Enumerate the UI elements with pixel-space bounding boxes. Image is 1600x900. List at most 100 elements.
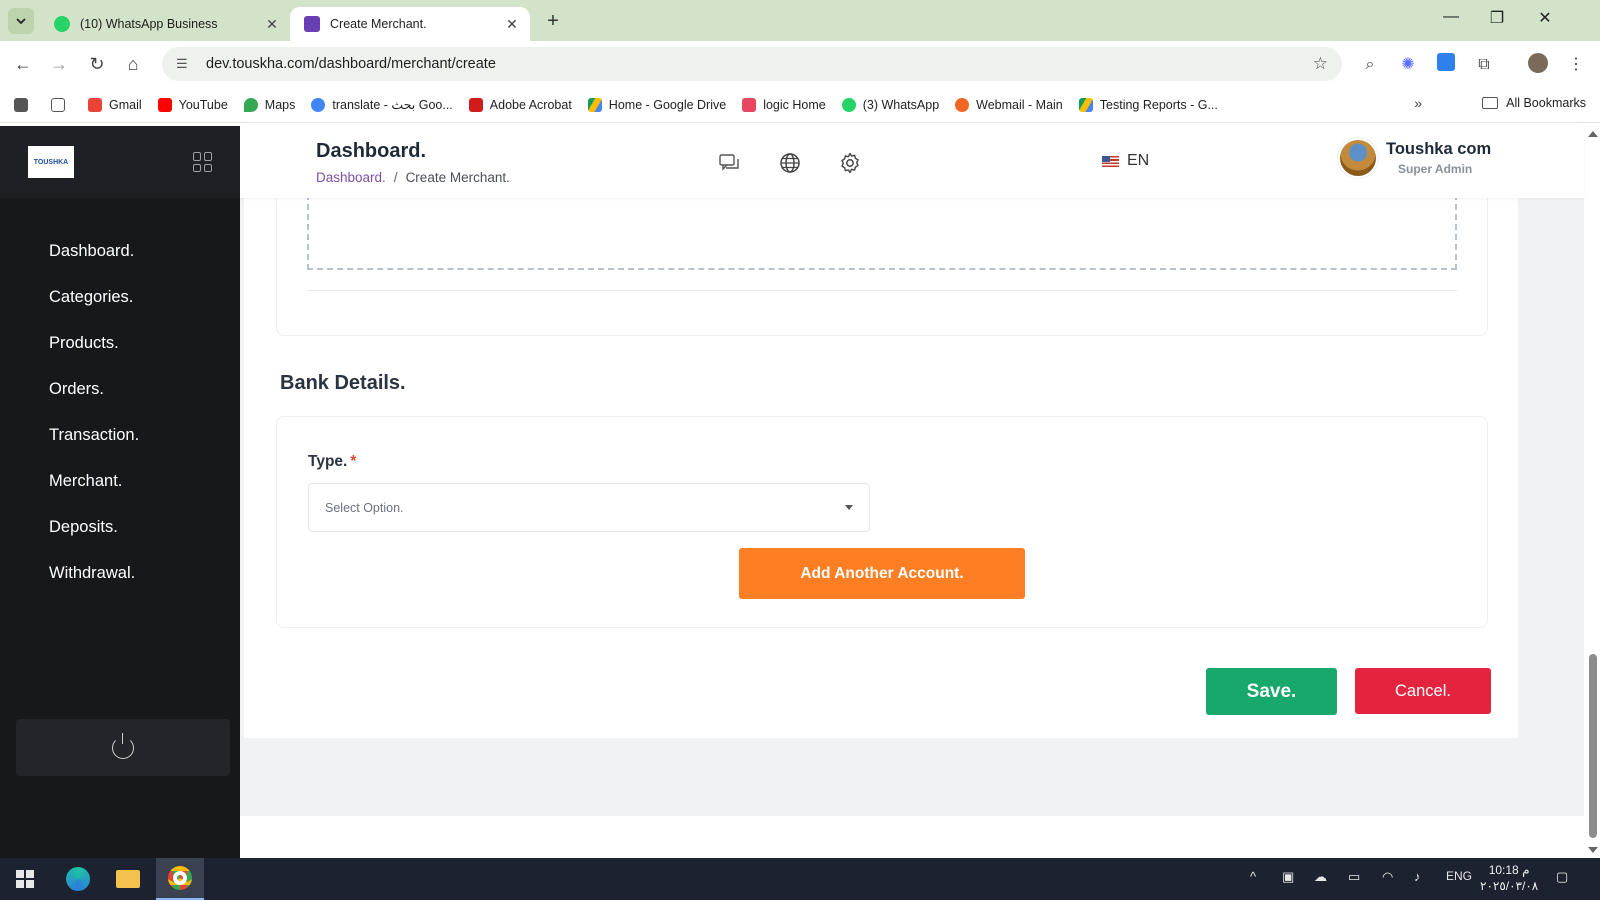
scrollbar-thumb[interactable]: [1589, 654, 1597, 838]
user-role: Super Admin: [1398, 162, 1473, 176]
reload-icon[interactable]: ↻: [84, 51, 110, 77]
type-select[interactable]: Select Option.: [308, 483, 870, 532]
extension-icon[interactable]: [1434, 53, 1458, 77]
site-info-icon[interactable]: ☰: [176, 56, 194, 72]
system-clock[interactable]: 10:18 م ٢٠٢٥/٠٣/٠٨: [1480, 862, 1538, 894]
sidebar-header: TOUSHKA: [0, 126, 240, 198]
extension-icon[interactable]: ✺: [1396, 53, 1420, 77]
toushka-logo[interactable]: TOUSHKA: [28, 146, 74, 178]
bookmark-logic-home[interactable]: logic Home: [742, 97, 826, 112]
scroll-up-icon[interactable]: [1588, 131, 1598, 137]
sidebar-menu: Dashboard. Categories. Products. Orders.…: [0, 236, 240, 604]
folder-icon: [1482, 97, 1499, 109]
logout-button[interactable]: [16, 719, 230, 776]
user-info: Toushka com Super Admin: [1386, 140, 1491, 176]
volume-icon[interactable]: ♪: [1414, 869, 1421, 884]
user-profile[interactable]: Toushka com Super Admin: [1338, 138, 1491, 178]
bookmark-adobe-acrobat[interactable]: Adobe Acrobat: [468, 97, 572, 112]
more-bookmarks-icon[interactable]: »: [1414, 95, 1422, 111]
file-explorer-icon[interactable]: [104, 858, 152, 900]
wifi-icon[interactable]: ◠: [1382, 869, 1393, 885]
bookmarks-bar: Gmail YouTube Maps translate - بحث Goo..…: [0, 87, 1600, 123]
tab-title: (10) WhatsApp Business: [80, 17, 218, 31]
page-scrollbar[interactable]: [1584, 126, 1600, 858]
save-button[interactable]: Save.: [1206, 668, 1337, 715]
google-icon: [311, 97, 326, 112]
address-bar[interactable]: ☰ dev.touskha.com/dashboard/merchant/cre…: [162, 47, 1342, 81]
sidebar-item-products[interactable]: Products.: [0, 328, 240, 374]
drive-icon: [587, 97, 602, 112]
power-icon: [112, 732, 134, 759]
bookmark-star-icon[interactable]: ☆: [1313, 54, 1328, 74]
bookmark-webmail[interactable]: Webmail - Main: [955, 97, 1063, 112]
page-title: Dashboard.: [316, 140, 427, 162]
forward-icon[interactable]: →: [46, 51, 72, 77]
cpanel-icon: [955, 97, 970, 112]
windows-taskbar: ^ ▣ ☁ ▭ ◠ ♪ ENG 10:18 م ٢٠٢٥/٠٣/٠٨ ▢: [0, 858, 1600, 900]
whatsapp-icon: [54, 16, 70, 32]
add-another-account-button[interactable]: Add Another Account.: [739, 548, 1025, 599]
chat-icon[interactable]: [718, 151, 742, 175]
close-icon[interactable]: ✕: [504, 16, 520, 33]
tab-search-button[interactable]: [8, 8, 34, 34]
grid-menu-icon[interactable]: [193, 152, 213, 172]
bookmark-gmail[interactable]: Gmail: [88, 97, 142, 112]
battery-icon[interactable]: ▭: [1348, 869, 1360, 885]
bookmark-testing-reports[interactable]: Testing Reports - G...: [1078, 97, 1218, 112]
sidebar-item-deposits[interactable]: Deposits.: [0, 512, 240, 558]
input-language[interactable]: ENG: [1446, 869, 1472, 883]
bookmark-maps[interactable]: Maps: [243, 97, 295, 112]
content-footer-area: [240, 816, 1584, 858]
puzzle-icon[interactable]: ⧉: [1472, 53, 1496, 77]
bookmark-youtube[interactable]: YouTube: [157, 97, 228, 112]
sidebar-item-withdrawal[interactable]: Withdrawal.: [0, 558, 240, 604]
globe-icon[interactable]: [778, 151, 802, 175]
file-dropzone[interactable]: [307, 194, 1457, 270]
all-bookmarks-button[interactable]: All Bookmarks: [1482, 96, 1586, 110]
cancel-button[interactable]: Cancel.: [1355, 668, 1491, 714]
minimize-icon[interactable]: —: [1436, 8, 1466, 26]
window-close-icon[interactable]: ✕: [1530, 8, 1560, 28]
gear-icon[interactable]: [838, 151, 862, 175]
chevron-down-icon: [16, 18, 26, 25]
bookmark-translate[interactable]: translate - بحث Goo...: [311, 97, 453, 112]
close-icon[interactable]: ✕: [264, 16, 280, 33]
breadcrumb-dashboard-link[interactable]: Dashboard.: [316, 170, 386, 185]
sidebar-item-orders[interactable]: Orders.: [0, 374, 240, 420]
back-icon[interactable]: ←: [10, 51, 36, 77]
type-select-placeholder: Select Option.: [325, 500, 404, 515]
sidebar-item-dashboard[interactable]: Dashboard.: [0, 236, 240, 282]
bookmark-whatsapp[interactable]: (3) WhatsApp: [841, 97, 939, 112]
more-menu-icon[interactable]: ⋮: [1564, 53, 1588, 77]
chrome-icon[interactable]: [156, 858, 204, 900]
scroll-down-icon[interactable]: [1588, 847, 1598, 853]
zoom-icon[interactable]: ⌕: [1358, 53, 1382, 77]
language-selector[interactable]: EN: [1102, 152, 1149, 170]
meet-icon[interactable]: ▣: [1282, 869, 1294, 885]
apps-grid-icon[interactable]: [51, 97, 72, 112]
youtube-icon: [157, 97, 172, 112]
edge-icon[interactable]: [54, 858, 102, 900]
us-flag-icon: [1102, 155, 1119, 167]
avatar: [1338, 138, 1378, 178]
tab-whatsapp-business[interactable]: (10) WhatsApp Business ✕: [40, 7, 290, 41]
restore-icon[interactable]: ❐: [1482, 8, 1512, 28]
tray-overflow-icon[interactable]: ^: [1250, 869, 1256, 884]
home-icon[interactable]: ⌂: [120, 51, 146, 77]
onedrive-icon[interactable]: ☁: [1314, 869, 1327, 885]
breadcrumb: Dashboard. / Create Merchant.: [316, 170, 510, 185]
sidebar-item-transaction[interactable]: Transaction.: [0, 420, 240, 466]
new-tab-button[interactable]: +: [542, 10, 564, 33]
windows-start-icon[interactable]: [16, 870, 34, 888]
sidebar-item-categories[interactable]: Categories.: [0, 282, 240, 328]
sidebar-item-merchant[interactable]: Merchant.: [0, 466, 240, 512]
profile-avatar[interactable]: [1526, 53, 1550, 77]
type-field-label: Type. *: [308, 453, 357, 470]
merchant-form-card: Bank Details. Type. * Select Option. Add …: [244, 194, 1518, 738]
bank-details-title: Bank Details.: [280, 372, 406, 394]
logic-icon: [742, 97, 757, 112]
bookmark-app-icon[interactable]: [14, 97, 35, 112]
notifications-icon[interactable]: ▢: [1556, 869, 1568, 885]
tab-create-merchant[interactable]: Create Merchant. ✕: [290, 7, 530, 41]
bookmark-google-drive[interactable]: Home - Google Drive: [587, 97, 726, 112]
